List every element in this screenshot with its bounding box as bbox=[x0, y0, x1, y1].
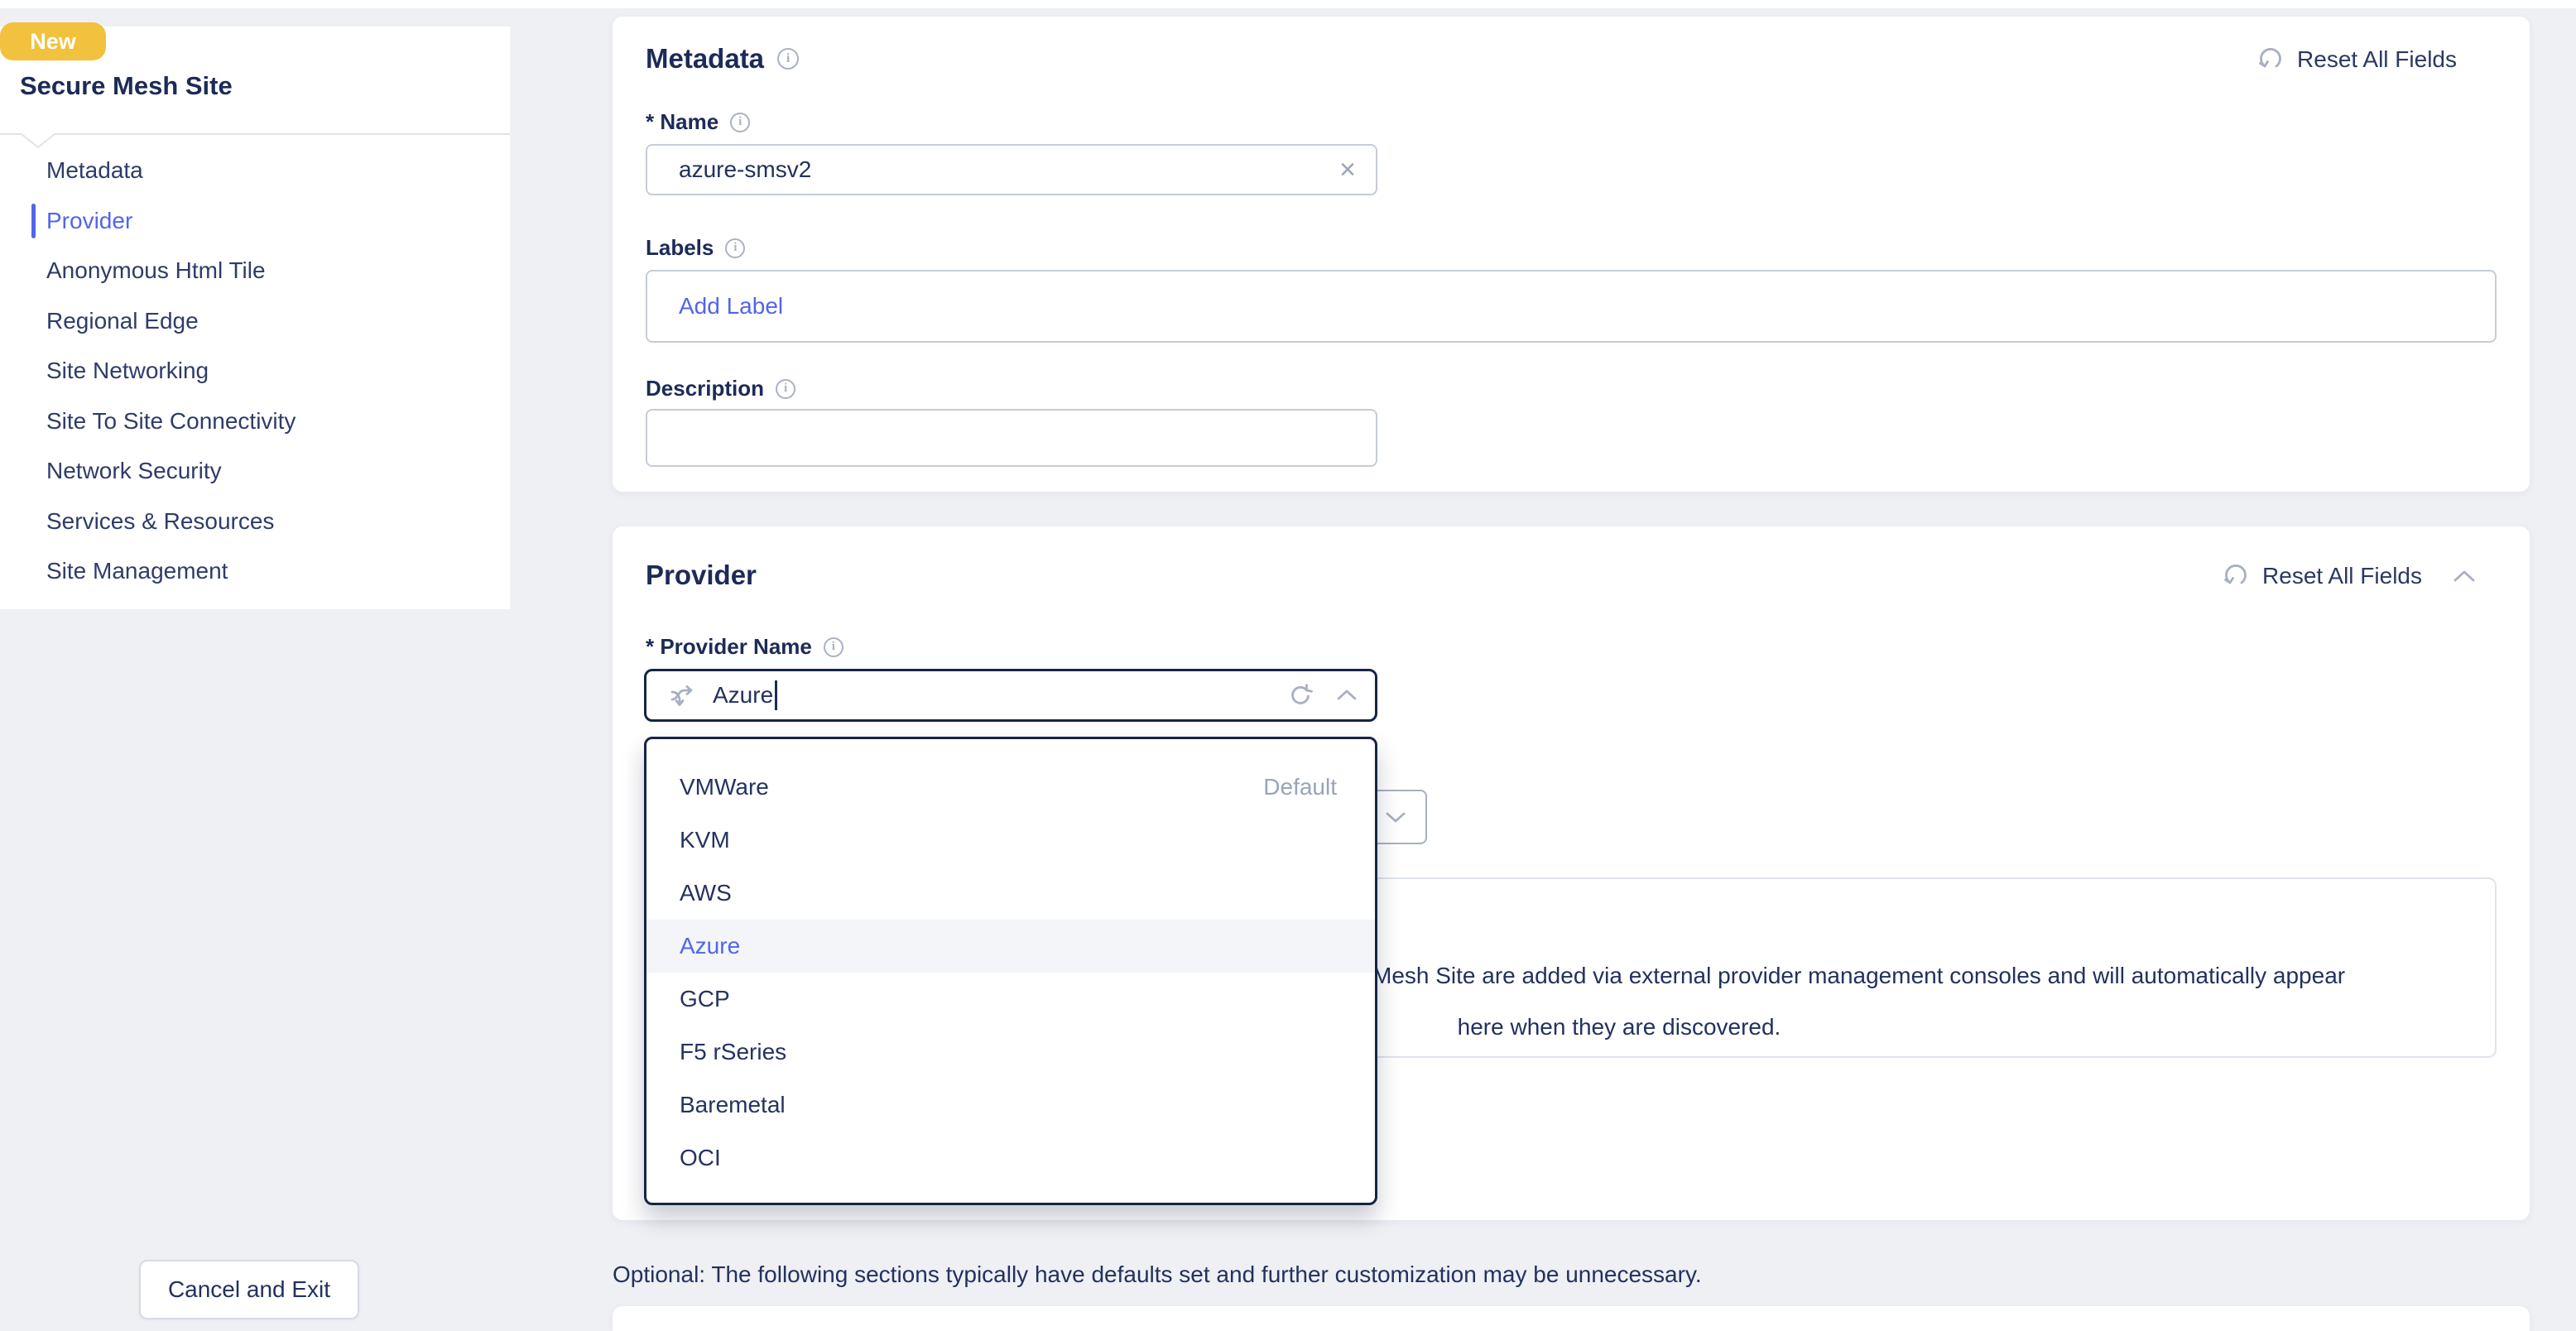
provider-reset-all-fields-button[interactable]: Reset All Fields bbox=[2223, 563, 2422, 589]
sidebar-item-label: Services & Resources bbox=[46, 508, 274, 535]
description-field-label: Description bbox=[646, 376, 764, 401]
sidebar-item-regional-edge[interactable]: Regional Edge bbox=[0, 296, 510, 347]
dropdown-option-gcp[interactable]: GCP bbox=[646, 973, 1375, 1026]
sidebar-item-label: Regional Edge bbox=[46, 308, 199, 334]
name-input[interactable]: azure-smsv2 × bbox=[646, 144, 1377, 195]
branch-arrows-icon bbox=[668, 680, 698, 710]
sidebar-item-network-security[interactable]: Network Security bbox=[0, 446, 510, 497]
new-badge-label: New bbox=[30, 29, 76, 55]
reset-all-fields-label: Reset All Fields bbox=[2297, 46, 2457, 73]
cancel-and-exit-label: Cancel and Exit bbox=[168, 1276, 330, 1303]
dropdown-option-label: Baremetal bbox=[680, 1092, 786, 1118]
reset-icon bbox=[2257, 46, 2285, 73]
sidebar-item-services-resources[interactable]: Services & Resources bbox=[0, 497, 510, 547]
wizard-section-nav: Metadata Provider Anonymous Html Tile Regio… bbox=[0, 146, 510, 597]
info-icon[interactable]: i bbox=[777, 48, 799, 70]
provider-dropdown: VMWare Default KVM AWS Azure GCP F5 rSeries Bar… bbox=[644, 737, 1377, 1205]
clear-icon[interactable]: × bbox=[1339, 156, 1356, 184]
reset-icon bbox=[2223, 563, 2251, 589]
cancel-and-exit-button[interactable]: Cancel and Exit bbox=[139, 1260, 359, 1319]
collapse-chevron-up-icon[interactable] bbox=[2452, 568, 2477, 584]
sidebar-item-metadata[interactable]: Metadata bbox=[0, 146, 510, 196]
text-cursor bbox=[775, 680, 777, 710]
sidebar-item-label: Network Security bbox=[46, 458, 222, 484]
metadata-section-title: Metadata bbox=[646, 43, 764, 74]
sidebar-item-site-management[interactable]: Site Management bbox=[0, 546, 510, 597]
chevron-down-icon bbox=[1384, 810, 1407, 824]
sidebar-item-site-networking[interactable]: Site Networking bbox=[0, 346, 510, 396]
reset-all-fields-label: Reset All Fields bbox=[2262, 563, 2422, 589]
provider-name-field-label: * Provider Name bbox=[646, 634, 812, 660]
top-white-strip bbox=[0, 0, 2576, 8]
dropdown-option-baremetal[interactable]: Baremetal bbox=[646, 1079, 1375, 1132]
dropdown-option-aws[interactable]: AWS bbox=[646, 867, 1375, 920]
metadata-reset-all-fields-button[interactable]: Reset All Fields bbox=[2257, 46, 2457, 73]
sidebar-item-label: Site Management bbox=[46, 558, 228, 584]
page-title: Secure Mesh Site bbox=[20, 71, 233, 101]
dropdown-option-f5-rseries[interactable]: F5 rSeries bbox=[646, 1026, 1375, 1079]
dropdown-option-label: OCI bbox=[680, 1145, 721, 1171]
dropdown-option-label: VMWare bbox=[680, 774, 769, 800]
sidebar-item-label: Site Networking bbox=[46, 358, 209, 384]
name-field-label: * Name bbox=[646, 109, 718, 135]
provider-info-text-line2: here when they are discovered. bbox=[1458, 1013, 1781, 1041]
refresh-icon[interactable] bbox=[1287, 682, 1314, 709]
provider-section-title: Provider bbox=[646, 560, 757, 591]
dropdown-option-oci[interactable]: OCI bbox=[646, 1132, 1375, 1184]
sidebar-item-site-to-site-connectivity[interactable]: Site To Site Connectivity bbox=[0, 396, 510, 447]
description-input[interactable] bbox=[646, 409, 1377, 467]
sidebar-item-label: Site To Site Connectivity bbox=[46, 408, 296, 435]
sidebar-item-label: Provider bbox=[46, 208, 132, 234]
dropdown-option-azure[interactable]: Azure bbox=[646, 920, 1375, 973]
sidebar-item-provider[interactable]: Provider bbox=[0, 196, 510, 247]
provider-name-value: Azure bbox=[713, 682, 773, 709]
labels-input[interactable]: Add Label bbox=[646, 270, 2497, 343]
dropdown-option-vmware[interactable]: VMWare Default bbox=[646, 761, 1375, 814]
optional-note: Optional: The following sections typical… bbox=[613, 1261, 1702, 1288]
info-icon[interactable]: i bbox=[725, 238, 745, 258]
new-badge: New bbox=[0, 22, 106, 60]
labels-field-label: Labels bbox=[646, 235, 714, 261]
dropdown-option-label: AWS bbox=[680, 880, 732, 906]
next-section-card-edge bbox=[613, 1306, 2530, 1331]
sidebar-item-label: Anonymous Html Tile bbox=[46, 257, 266, 284]
provider-info-text-line1: Mesh Site are added via external provide… bbox=[1372, 962, 2345, 990]
name-input-value: azure-smsv2 bbox=[679, 156, 811, 183]
sidebar-item-anonymous-html-tile[interactable]: Anonymous Html Tile bbox=[0, 246, 510, 296]
info-icon[interactable]: i bbox=[776, 379, 795, 399]
dropdown-option-label: KVM bbox=[680, 827, 730, 853]
info-icon[interactable]: i bbox=[730, 113, 750, 132]
chevron-up-icon[interactable] bbox=[1335, 688, 1358, 703]
add-label-button[interactable]: Add Label bbox=[679, 293, 783, 320]
dropdown-option-label: F5 rSeries bbox=[680, 1039, 786, 1065]
dropdown-option-label: GCP bbox=[680, 986, 730, 1012]
info-icon[interactable]: i bbox=[824, 637, 843, 657]
dropdown-option-label: Azure bbox=[680, 933, 740, 959]
default-tag: Default bbox=[1263, 774, 1337, 800]
provider-name-combobox[interactable]: Azure bbox=[644, 669, 1377, 722]
dropdown-option-kvm[interactable]: KVM bbox=[646, 814, 1375, 867]
sidebar-item-label: Metadata bbox=[46, 157, 143, 184]
